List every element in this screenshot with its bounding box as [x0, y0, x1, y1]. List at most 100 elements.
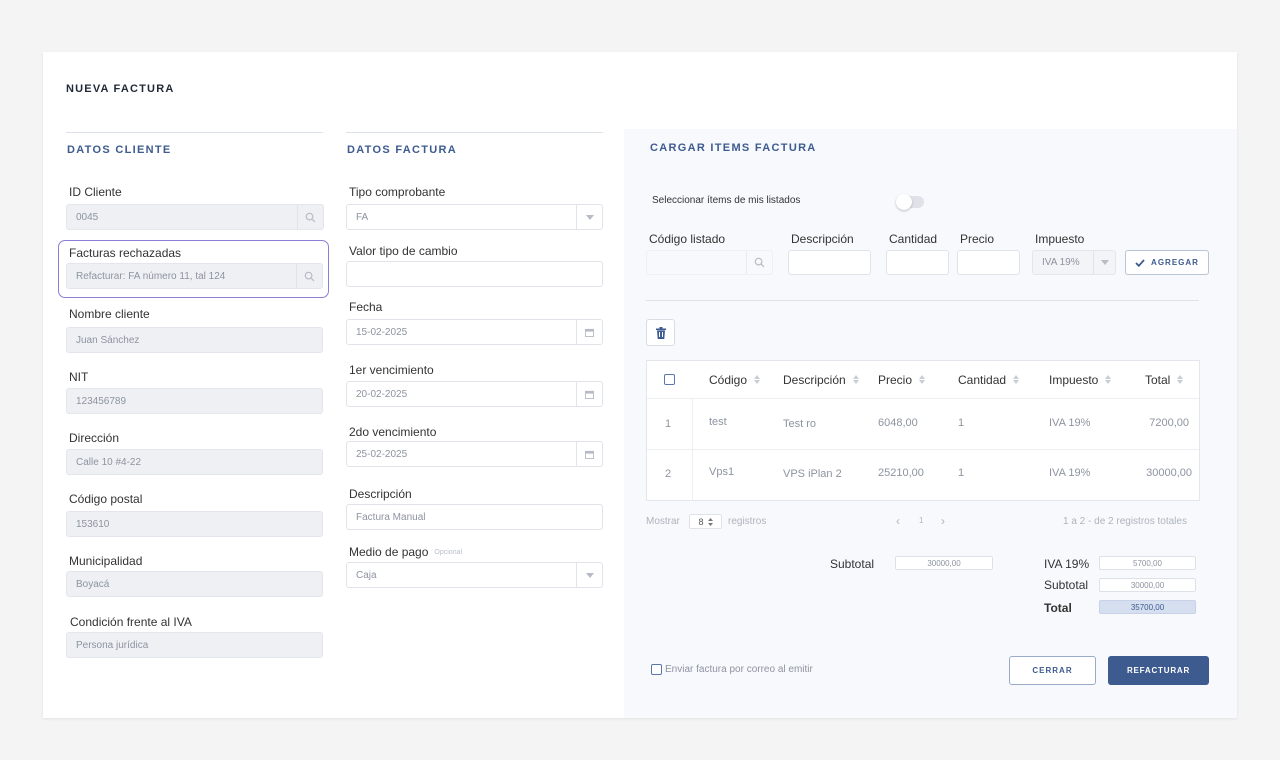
tipo-comprobante-label: Tipo comprobante: [349, 185, 446, 199]
sort-icon: [1177, 375, 1184, 384]
cell-total: 30000,00: [1146, 467, 1192, 479]
nombre-cliente-value: Juan Sánchez: [76, 334, 140, 346]
search-icon[interactable]: [296, 264, 322, 288]
codigo-postal-field[interactable]: 153610: [66, 511, 323, 537]
valor-cambio-label: Valor tipo de cambio: [349, 244, 458, 258]
medio-pago-label: Medio de pago Opcional: [349, 545, 462, 559]
next-page-icon[interactable]: ›: [941, 514, 945, 528]
subtotal-left-label: Subtotal: [830, 557, 875, 571]
municipalidad-field[interactable]: Boyacá: [66, 571, 323, 597]
descripcion-item-label: Descripción: [791, 232, 854, 246]
direccion-label: Dirección: [69, 431, 120, 445]
vencimiento1-label: 1er vencimiento: [349, 363, 434, 377]
sort-icon: [1105, 375, 1112, 384]
descripcion-item-input[interactable]: [788, 250, 871, 275]
per-page-select[interactable]: 8: [689, 514, 722, 529]
cliente-divider: [66, 132, 323, 133]
per-page-value: 8: [698, 516, 704, 527]
subtotal-label: Subtotal: [1044, 578, 1089, 592]
email-checkbox[interactable]: [651, 664, 662, 675]
calendar-icon[interactable]: [576, 382, 602, 406]
optional-hint: Opcional: [434, 549, 463, 557]
current-page[interactable]: 1: [919, 516, 923, 525]
sort-icon: [1013, 375, 1020, 384]
facturas-rechazadas-value: Refacturar: FA número 11, tal 124: [76, 270, 226, 282]
fecha-value: 15-02-2025: [356, 326, 408, 338]
valor-cambio-input[interactable]: [346, 261, 603, 287]
header-total[interactable]: Total: [1145, 361, 1184, 398]
precio-input[interactable]: [957, 250, 1020, 275]
tipo-comprobante-select[interactable]: FA: [346, 204, 603, 230]
codigo-listado-input[interactable]: [646, 250, 773, 275]
close-button[interactable]: CERRAR: [1009, 656, 1096, 685]
toggle-label: Seleccionar ítems de mis listados: [652, 195, 801, 206]
sort-icon: [754, 375, 761, 384]
refacturar-button[interactable]: REFACTURAR: [1108, 656, 1209, 685]
sort-icon: [852, 375, 859, 384]
header-codigo[interactable]: Código: [709, 361, 761, 398]
search-icon[interactable]: [297, 205, 323, 229]
records-summary: 1 a 2 - de 2 registros totales: [1063, 516, 1187, 527]
id-cliente-value: 0045: [76, 211, 99, 223]
row-number: 2: [665, 468, 672, 480]
cell-precio: 25210,00: [878, 467, 924, 479]
subtotal-left-value: 30000,00: [895, 556, 993, 570]
facturas-rechazadas-field[interactable]: Refacturar: FA número 11, tal 124: [66, 263, 323, 289]
fecha-input[interactable]: 15-02-2025: [346, 319, 603, 345]
calendar-icon[interactable]: [576, 442, 602, 466]
iva-value: 5700,00: [1099, 556, 1196, 570]
stepper-icon: [707, 517, 713, 526]
search-icon[interactable]: [746, 251, 772, 274]
cell-cantidad: 1: [958, 467, 965, 479]
nit-field[interactable]: 123456789: [66, 388, 323, 414]
vencimiento2-input[interactable]: 25-02-2025: [346, 441, 603, 467]
impuesto-select[interactable]: IVA 19%: [1032, 250, 1116, 275]
vencimiento2-value: 25-02-2025: [356, 448, 408, 460]
nombre-cliente-field[interactable]: Juan Sánchez: [66, 327, 323, 353]
vencimiento1-input[interactable]: 20-02-2025: [346, 381, 603, 407]
descripcion-input[interactable]: Factura Manual: [346, 504, 603, 530]
items-table: Código Descripción Precio Cantidad Impue…: [646, 360, 1200, 501]
delete-selected-button[interactable]: [646, 319, 675, 346]
medio-pago-value: Caja: [356, 569, 377, 581]
factura-section-title: DATOS FACTURA: [347, 144, 457, 156]
header-impuesto-label: Impuesto: [1049, 372, 1099, 387]
direccion-value: Calle 10 #4-22: [76, 456, 142, 468]
fecha-label: Fecha: [349, 300, 383, 314]
select-from-lists-toggle[interactable]: [896, 194, 924, 210]
select-all-checkbox[interactable]: [664, 374, 675, 385]
facturas-rechazadas-label: Facturas rechazadas: [69, 246, 182, 260]
chevron-down-icon[interactable]: [1093, 251, 1115, 274]
header-precio[interactable]: Precio: [878, 361, 926, 398]
page-title: NUEVA FACTURA: [66, 83, 175, 95]
table-row[interactable]: 1 test Test ro 6048,00 1 IVA 19% 7200,00: [647, 398, 1199, 449]
header-impuesto[interactable]: Impuesto: [1049, 361, 1112, 398]
medio-pago-select[interactable]: Caja: [346, 562, 603, 588]
precio-label: Precio: [960, 232, 995, 246]
sort-icon: [919, 375, 926, 384]
header-descripcion-label: Descripción: [783, 372, 846, 387]
add-item-button[interactable]: AGREGAR: [1125, 250, 1209, 275]
items-section-title: CARGAR ITEMS FACTURA: [650, 142, 817, 154]
records-label: registros: [728, 516, 767, 527]
chevron-down-icon[interactable]: [576, 563, 602, 587]
email-option[interactable]: Enviar factura por correo al emitir: [651, 664, 813, 675]
calendar-icon[interactable]: [576, 320, 602, 344]
nombre-cliente-label: Nombre cliente: [69, 307, 150, 321]
header-cantidad[interactable]: Cantidad: [958, 361, 1020, 398]
vencimiento2-label: 2do vencimiento: [349, 425, 437, 439]
cliente-section-title: DATOS CLIENTE: [67, 144, 172, 156]
codigo-postal-label: Código postal: [69, 492, 143, 506]
cantidad-input[interactable]: [886, 250, 949, 275]
header-descripcion[interactable]: Descripción: [783, 361, 859, 398]
show-label: Mostrar: [646, 516, 680, 527]
direccion-field[interactable]: Calle 10 #4-22: [66, 449, 323, 475]
check-icon: [1135, 258, 1145, 267]
table-row[interactable]: 2 Vps1 VPS iPlan 2 25210,00 1 IVA 19% 30…: [647, 449, 1199, 500]
prev-page-icon[interactable]: ‹: [896, 514, 900, 528]
municipalidad-value: Boyacá: [76, 578, 110, 590]
condicion-iva-field[interactable]: Persona jurídica: [66, 632, 323, 658]
select-all-checkbox-cell: [664, 361, 675, 398]
chevron-down-icon[interactable]: [576, 205, 602, 229]
id-cliente-field[interactable]: 0045: [66, 204, 324, 230]
